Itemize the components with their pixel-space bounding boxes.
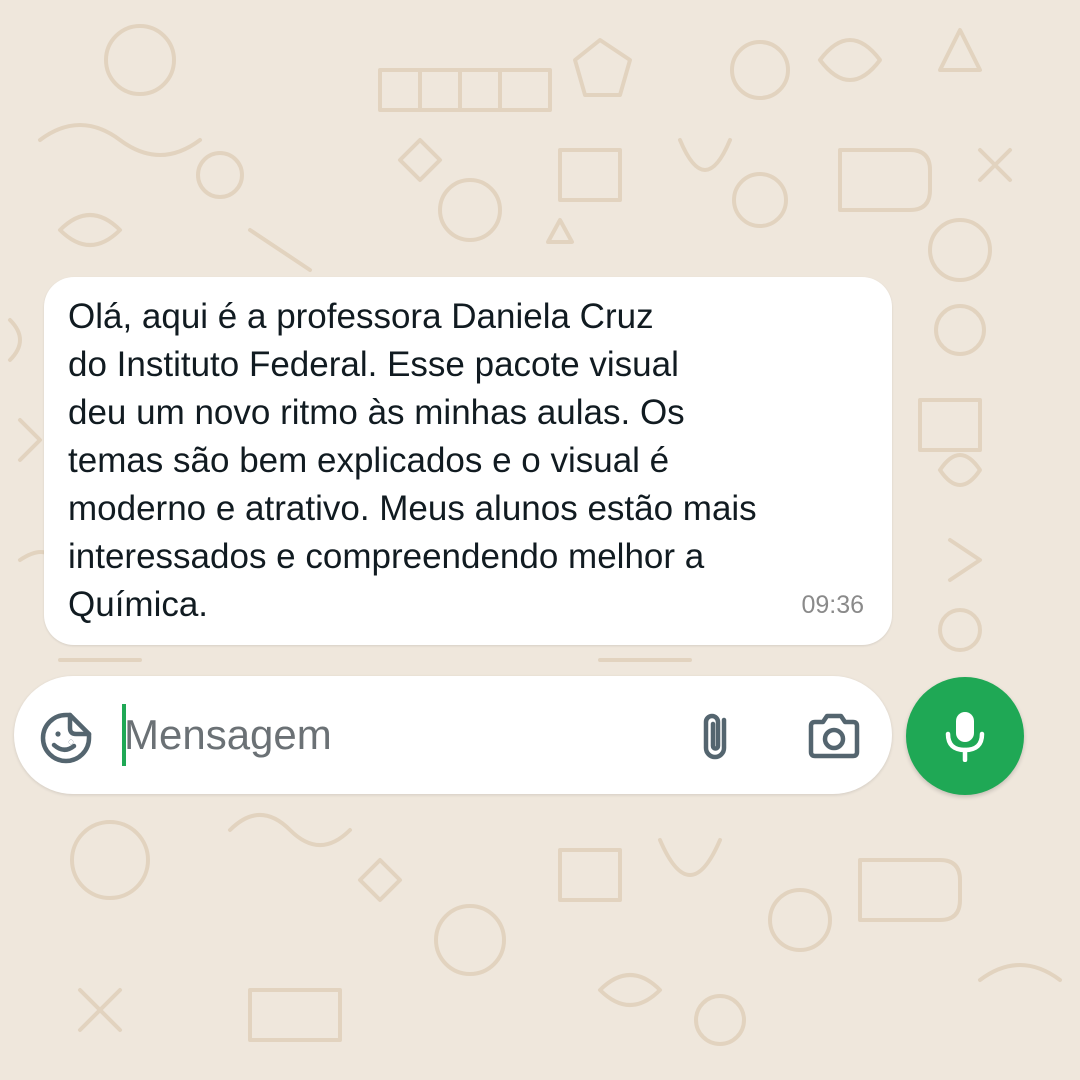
- camera-icon[interactable]: [806, 712, 862, 760]
- message-input[interactable]: [124, 706, 664, 764]
- microphone-icon: [945, 712, 985, 762]
- sticker-icon[interactable]: [40, 712, 92, 764]
- message-composer: [14, 676, 892, 794]
- paperclip-icon[interactable]: [694, 708, 738, 764]
- microphone-button[interactable]: [906, 677, 1024, 795]
- incoming-message-bubble[interactable]: Olá, aqui é a professora Daniela Cruz do…: [44, 277, 892, 645]
- message-timestamp: 09:36: [801, 591, 864, 619]
- message-text: Olá, aqui é a professora Daniela Cruz do…: [68, 297, 757, 624]
